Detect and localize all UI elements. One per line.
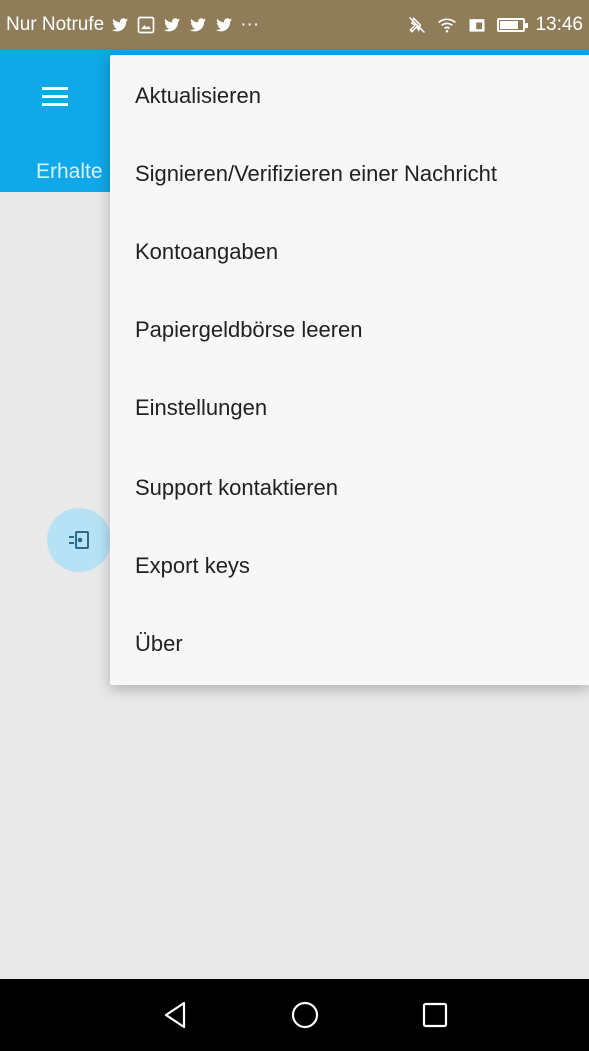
- twitter-icon: [162, 15, 182, 35]
- twitter-icon: [110, 15, 130, 35]
- menu-item-contact-support[interactable]: Support kontaktieren: [110, 449, 589, 527]
- navigation-bar: [0, 979, 589, 1051]
- receive-icon: [69, 531, 89, 549]
- tab-receive[interactable]: Erhalte: [36, 160, 103, 184]
- twitter-icon: [214, 15, 234, 35]
- back-icon: [164, 1001, 186, 1029]
- recents-button[interactable]: [395, 979, 475, 1051]
- mute-icon: [407, 15, 427, 35]
- carrier-label: Nur Notrufe: [6, 14, 105, 35]
- menu-item-sweep-paper-wallet[interactable]: Papiergeldbörse leeren: [110, 291, 589, 369]
- twitter-icon: [188, 15, 208, 35]
- home-icon: [291, 1001, 319, 1029]
- recents-icon: [422, 1002, 448, 1028]
- battery-icon: [497, 18, 529, 32]
- status-bar: Nur Notrufe ··· 13:46: [0, 0, 589, 50]
- status-left: Nur Notrufe ···: [6, 14, 259, 36]
- receive-button[interactable]: [47, 508, 111, 572]
- notifications-overflow: ···: [240, 14, 260, 35]
- screen: Nur Notrufe ··· 13:46 Erhalte Aktualisie…: [0, 0, 589, 1051]
- menu-item-account-info[interactable]: Kontoangaben: [110, 213, 589, 291]
- status-time: 13:46: [535, 14, 583, 35]
- menu-item-settings[interactable]: Einstellungen: [110, 369, 589, 447]
- wifi-icon: [437, 15, 457, 35]
- menu-item-sign-verify[interactable]: Signieren/Verifizieren einer Nachricht: [110, 135, 589, 213]
- menu-item-export-keys[interactable]: Export keys: [110, 527, 589, 605]
- hamburger-menu-icon[interactable]: [38, 80, 72, 114]
- status-right: 13:46: [407, 14, 583, 36]
- overflow-menu: Aktualisieren Signieren/Verifizieren ein…: [110, 55, 589, 685]
- sim-icon: [467, 15, 487, 35]
- image-icon: [136, 15, 156, 35]
- menu-item-refresh[interactable]: Aktualisieren: [110, 57, 589, 135]
- home-button[interactable]: [265, 979, 345, 1051]
- back-button[interactable]: [135, 979, 215, 1051]
- menu-item-about[interactable]: Über: [110, 605, 589, 683]
